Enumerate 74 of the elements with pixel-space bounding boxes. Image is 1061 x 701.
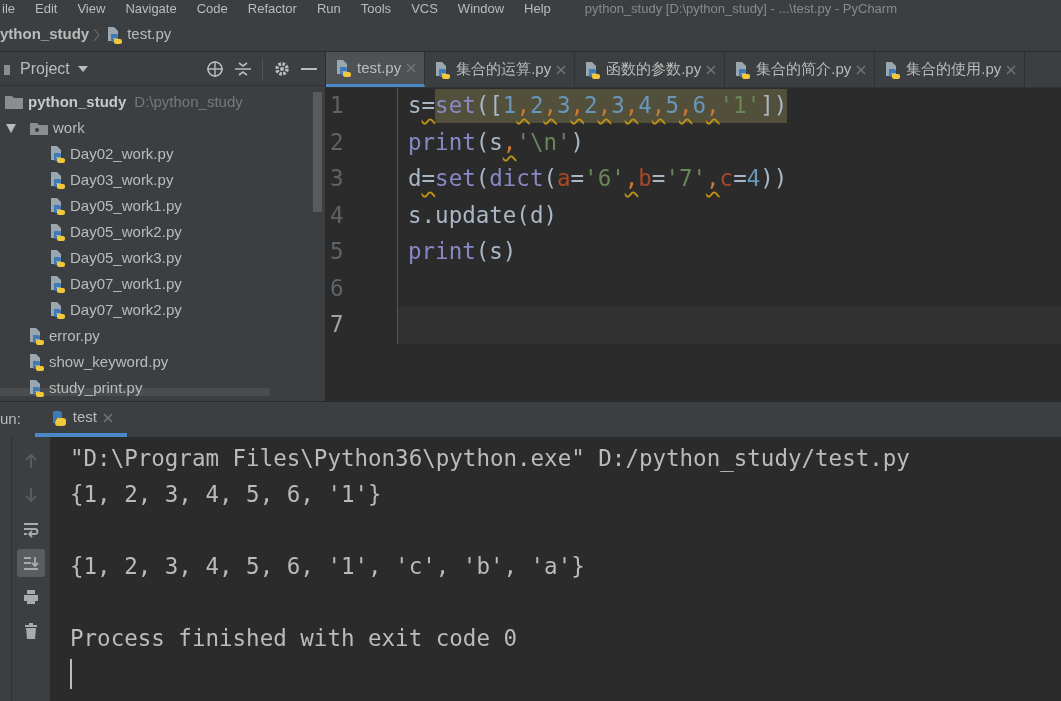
chevron-icon [93, 27, 102, 42]
python-file-icon [27, 327, 45, 345]
menu-item[interactable]: Edit [35, 2, 58, 16]
menu-item[interactable]: View [77, 2, 106, 16]
console-line: "D:\Program Files\Python36\python.exe" D:/python_study/test.py [70, 445, 910, 471]
tree-item[interactable]: Day05_work2.py [0, 219, 325, 245]
menu-item[interactable]: Help [524, 2, 551, 16]
python-file-icon [48, 223, 66, 241]
python-file-icon [48, 197, 66, 215]
down-arrow-icon [22, 486, 40, 504]
python-file-icon [48, 145, 66, 163]
tree-item[interactable]: show_keyword.py [0, 349, 325, 375]
tree-item[interactable]: Day02_work.py [0, 141, 325, 167]
menu-item[interactable]: ile [2, 2, 15, 16]
python-file-icon [733, 60, 752, 79]
close-icon [556, 64, 567, 75]
tree-item[interactable]: Day07_work2.py [0, 297, 325, 323]
menu-item[interactable]: Tools [360, 2, 392, 16]
soft-wrap-icon [22, 520, 40, 538]
menu-item[interactable]: VCS [411, 2, 438, 16]
code-line[interactable]: print(s) [398, 235, 517, 270]
tree-item[interactable]: python_study D:\python_study [0, 89, 325, 115]
menu-item[interactable]: Navigate [125, 2, 177, 16]
console-line: {1, 2, 3, 4, 5, 6, '1', 'c', 'b', 'a'} [70, 553, 585, 579]
toolbar-button[interactable] [17, 549, 45, 577]
tree-item[interactable]: Day05_work1.py [0, 193, 325, 219]
scrollbar[interactable] [313, 92, 322, 212]
path-hint: D:\python_study [134, 91, 243, 112]
scroll-to-end-icon [22, 554, 40, 572]
close-icon [103, 412, 114, 423]
run-label: un: [0, 409, 22, 430]
settings-icon [273, 59, 291, 78]
breadcrumb[interactable]: ython_study [0, 23, 90, 46]
python-file-icon [48, 301, 66, 319]
menu-item[interactable]: Run [316, 2, 341, 16]
text-cursor [70, 659, 72, 689]
tree-item[interactable]: Day07_work1.py [0, 271, 325, 297]
close-icon [406, 63, 417, 73]
printer-icon [22, 588, 40, 606]
console-line: Process finished with exit code 0 [70, 625, 518, 651]
minimize-icon [301, 67, 317, 70]
code-line[interactable]: s.update(d) [398, 198, 557, 233]
code-line[interactable]: print(s,'\n') [398, 125, 585, 160]
window-title: python_study [D:\python_study] - ...\test.py - PyCharm [584, 2, 897, 16]
package-folder-icon [29, 120, 49, 136]
python-file-icon [433, 60, 452, 79]
python-file-icon [883, 60, 902, 79]
python-file-icon [334, 59, 352, 77]
collapse-icon [234, 59, 252, 78]
python-file-icon [583, 60, 602, 79]
python-file-icon [27, 353, 45, 371]
python-file-icon [48, 275, 66, 293]
tree-item[interactable]: error.py [0, 323, 325, 349]
code-line[interactable]: d=set(dict(a='6',b='7',c=4)) [398, 162, 788, 197]
menu-item[interactable]: Code [196, 2, 228, 16]
breadcrumb[interactable]: test.py [105, 23, 172, 46]
close-icon [1006, 64, 1017, 75]
python-file-icon [48, 171, 66, 189]
close-icon [706, 64, 717, 75]
project-view-dropdown[interactable]: Project [4, 56, 88, 81]
menu-item[interactable]: Window [457, 2, 505, 16]
tree-item[interactable]: Day03_work.py [0, 167, 325, 193]
editor-tab[interactable]: test.py [326, 52, 426, 87]
caret-icon [77, 65, 88, 72]
close-icon [856, 64, 867, 75]
python-file-icon [105, 25, 124, 44]
crosshair-icon [206, 59, 224, 78]
trash-icon [22, 622, 40, 640]
line-number: 7 [326, 307, 398, 344]
python-file-icon [48, 249, 66, 267]
menu-item[interactable]: Refactor [247, 2, 297, 16]
tree-item[interactable]: Day05_work3.py [0, 245, 325, 271]
console-line: {1, 2, 3, 4, 5, 6, '1'} [70, 481, 382, 507]
tree-item[interactable]: work [0, 115, 325, 141]
